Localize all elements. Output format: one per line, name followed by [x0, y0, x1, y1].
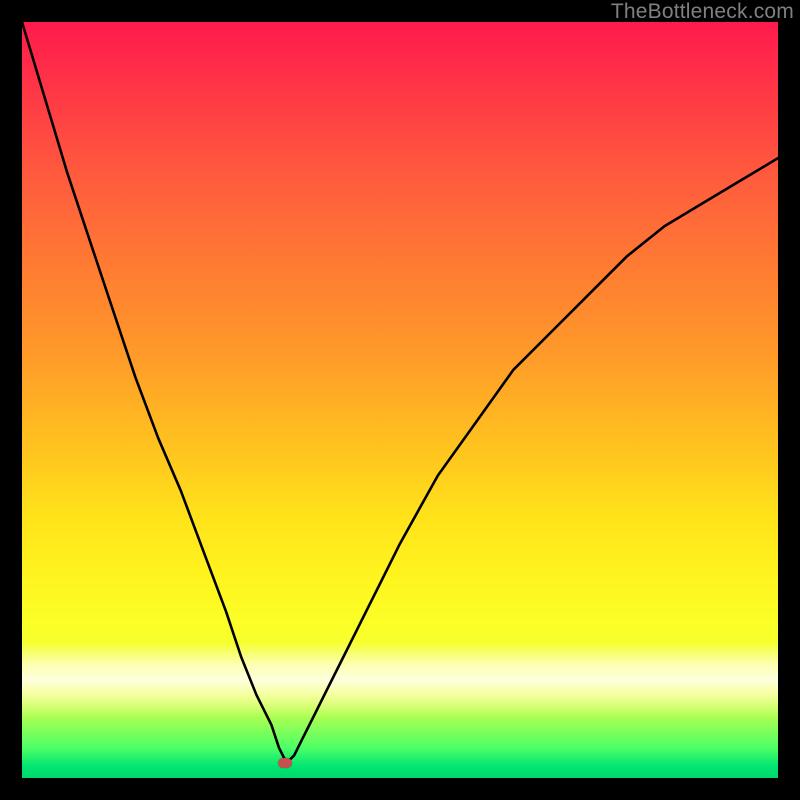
- chart-root: TheBottleneck.com: [0, 0, 800, 800]
- curve-min-marker: [278, 758, 292, 768]
- curve-layer: [22, 22, 778, 778]
- plot-area: [22, 22, 778, 778]
- watermark-text: TheBottleneck.com: [611, 0, 794, 24]
- bottleneck-curve: [22, 22, 778, 763]
